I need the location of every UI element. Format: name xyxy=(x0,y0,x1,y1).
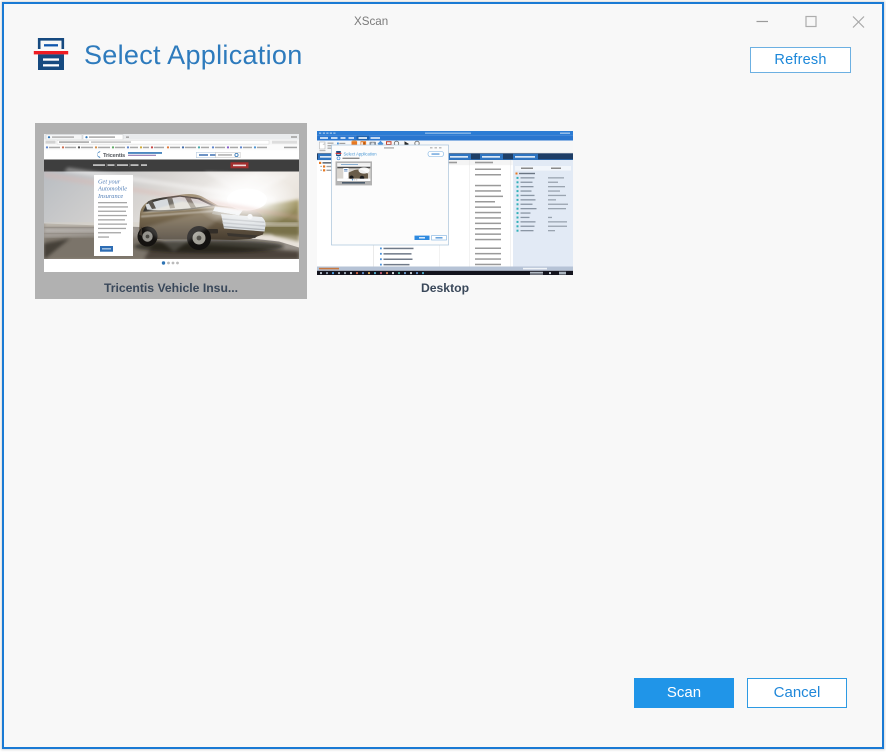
svg-text:Select Application: Select Application xyxy=(344,151,378,156)
svg-text:Automobile: Automobile xyxy=(97,186,127,193)
svg-text:Get your: Get your xyxy=(98,178,121,185)
svg-text:Insurance: Insurance xyxy=(97,193,123,200)
svg-text:Tricentis: Tricentis xyxy=(103,153,125,159)
